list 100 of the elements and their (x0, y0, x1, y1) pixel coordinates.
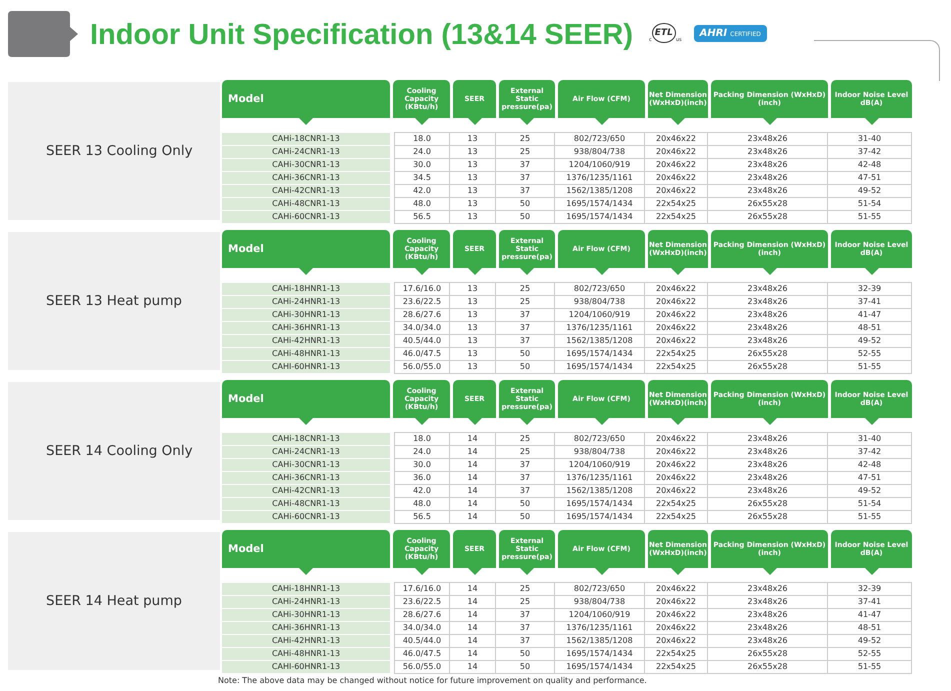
table-cell: 51-55 (828, 361, 912, 374)
table-cell: 13 (450, 172, 496, 185)
table-cell: 25 (496, 596, 555, 609)
table-cell: 14 (450, 635, 496, 648)
table-cell: CAHi-18HNR1-13 (222, 582, 390, 596)
section-label: SEER 13 Cooling Only (46, 143, 193, 159)
table-cell: 1204/1060/919 (555, 459, 645, 472)
table-cell: 23x48x26 (708, 596, 828, 609)
table-cell: CAHi-48CNR1-13 (222, 198, 390, 211)
table-cell: 37-42 (828, 446, 912, 459)
table-cell: 14 (450, 472, 496, 485)
pointer-icon (468, 568, 482, 575)
table-cell: 48-51 (828, 622, 912, 635)
pointer-icon (468, 268, 482, 275)
table-cell: 18.0 (394, 432, 450, 446)
table-cell: 938/804/738 (555, 446, 645, 459)
pointer-icon (671, 568, 685, 575)
table-cell: 23x48x26 (708, 282, 828, 296)
table-cell: 34.0/34.0 (394, 322, 450, 335)
table-cell: 32-39 (828, 582, 912, 596)
table-cell: 50 (496, 211, 555, 224)
table-cell: 46.0/47.5 (394, 648, 450, 661)
table-cell: 50 (496, 661, 555, 674)
table-cell: 23x48x26 (708, 296, 828, 309)
table-cell: 56.5 (394, 511, 450, 524)
table-cell: 24.0 (394, 146, 450, 159)
table-cell: 20x46x22 (645, 459, 708, 472)
table-cell: 40.5/44.0 (394, 635, 450, 648)
table-cell: CAHi-48HNR1-13 (222, 648, 390, 661)
table-cell: 23x48x26 (708, 185, 828, 198)
table-cell: 37 (496, 159, 555, 172)
column-header: Model (222, 380, 390, 418)
table-cell: 26x55x28 (708, 198, 828, 211)
table-cell: 14 (450, 446, 496, 459)
table-cell: 938/804/738 (555, 146, 645, 159)
table-cell: 13 (450, 185, 496, 198)
table-cell: 26x55x28 (708, 661, 828, 674)
table-cell: 13 (450, 159, 496, 172)
table-cell: 23x48x26 (708, 485, 828, 498)
table-cell: 25 (496, 446, 555, 459)
table-cell: CAHi-60CNR1-13 (222, 511, 390, 524)
table-cell: 1695/1574/1434 (555, 348, 645, 361)
table-cell: 20x46x22 (645, 609, 708, 622)
table-cell: 37-41 (828, 296, 912, 309)
table-cell: 37 (496, 472, 555, 485)
table-cell: 23x48x26 (708, 622, 828, 635)
column-header: Model (222, 530, 390, 568)
table-cell: 1695/1574/1434 (555, 661, 645, 674)
table-cell: 48.0 (394, 198, 450, 211)
table-cell: 25 (496, 296, 555, 309)
pointer-icon (864, 268, 878, 275)
pointer-icon (671, 118, 685, 125)
pointer-icon (864, 118, 878, 125)
table-cell: 14 (450, 609, 496, 622)
table-cell: 22x54x25 (645, 498, 708, 511)
table-cell: 20x46x22 (645, 322, 708, 335)
table-cell: 14 (450, 498, 496, 511)
table-cell: 37 (496, 485, 555, 498)
table-cell: 49-52 (828, 185, 912, 198)
table-cell: 1562/1385/1208 (555, 185, 645, 198)
table-cell: 51-55 (828, 511, 912, 524)
table-cell: 49-52 (828, 485, 912, 498)
table-cell: 31-40 (828, 132, 912, 146)
table-cell: 20x46x22 (645, 159, 708, 172)
table-cell: 25 (496, 582, 555, 596)
table-cell: 20x46x22 (645, 472, 708, 485)
table-cell: 23.6/22.5 (394, 596, 450, 609)
table-cell: 23x48x26 (708, 146, 828, 159)
table-cell: 17.6/16.0 (394, 582, 450, 596)
table-cell: 40.5/44.0 (394, 335, 450, 348)
pointer-icon (299, 568, 313, 575)
table-cell: 28.6/27.6 (394, 309, 450, 322)
table-cell: 49-52 (828, 335, 912, 348)
table-cell: 49-52 (828, 635, 912, 648)
pointer-icon (520, 568, 534, 575)
table-cell: 938/804/738 (555, 296, 645, 309)
table-cell: 20x46x22 (645, 485, 708, 498)
table-cell: 37 (496, 322, 555, 335)
table-cell: 802/723/650 (555, 282, 645, 296)
table-cell: 22x54x25 (645, 348, 708, 361)
column-header: Model (222, 80, 390, 118)
pointer-icon (299, 418, 313, 425)
table-cell: 22x54x25 (645, 211, 708, 224)
table-cell: 30.0 (394, 459, 450, 472)
table-cell: 25 (496, 132, 555, 146)
table-cell: 26x55x28 (708, 648, 828, 661)
table-cell: 32-39 (828, 282, 912, 296)
table-cell: 14 (450, 485, 496, 498)
pointer-icon (594, 568, 608, 575)
table-cell: CAHi-30HNR1-13 (222, 609, 390, 622)
pointer-icon (299, 118, 313, 125)
table-cell: 13 (450, 146, 496, 159)
pointer-icon (762, 568, 776, 575)
table-cell: CAHi-18CNR1-13 (222, 132, 390, 146)
table-cell: 37 (496, 622, 555, 635)
table-cell: 51-55 (828, 661, 912, 674)
table-cell: CAHi-30HNR1-13 (222, 309, 390, 322)
table-cell: 1376/1235/1161 (555, 172, 645, 185)
table-cell: 14 (450, 596, 496, 609)
table-cell: CAHi-18HNR1-13 (222, 282, 390, 296)
